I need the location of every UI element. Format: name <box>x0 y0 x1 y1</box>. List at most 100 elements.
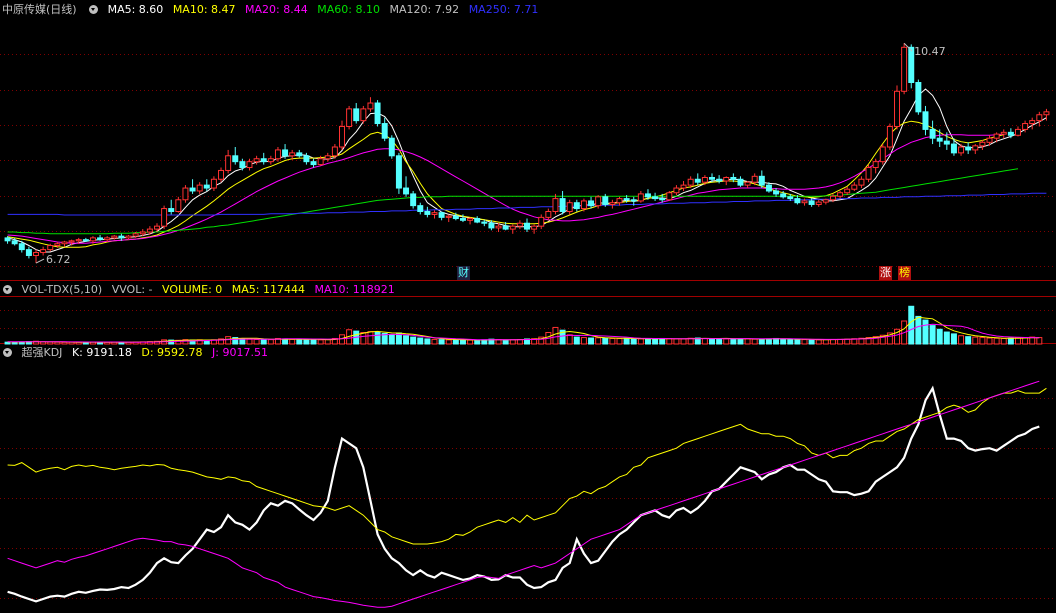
candle-down <box>18 243 25 251</box>
candle-up <box>723 176 730 182</box>
volume-bar-down <box>303 339 310 345</box>
volume-bar-up <box>324 339 331 345</box>
candle-up <box>139 231 146 235</box>
volume-bar-up <box>509 339 516 345</box>
candle-up <box>1036 114 1043 122</box>
volume-bar-up <box>339 334 345 345</box>
candle-up <box>858 178 865 186</box>
candle-down <box>787 196 794 200</box>
candle-down <box>232 155 239 163</box>
volume-bar-down <box>588 337 595 345</box>
candle-up <box>958 146 965 154</box>
ma250-label: MA250: 7.71 <box>468 3 539 16</box>
volume-bar-down <box>1007 337 1014 345</box>
volume-bar-up <box>837 338 844 345</box>
candle-up <box>61 241 68 245</box>
candle-up <box>346 108 353 127</box>
stock-chart[interactable]: 10.47 6.72 <box>0 0 1056 613</box>
candle-up <box>75 239 82 242</box>
candle-up <box>1014 128 1021 136</box>
candle-down <box>737 178 744 186</box>
candle-up <box>986 137 993 143</box>
candle-up <box>616 198 623 204</box>
volume-panel[interactable] <box>4 305 1043 345</box>
volume-bar-down <box>794 338 801 345</box>
candle-up <box>47 245 54 251</box>
volume-bar-down <box>709 338 715 345</box>
volume-bar-down <box>644 338 651 345</box>
volume-label: VOLUME: 0 <box>162 283 223 296</box>
indicator-menu-icon[interactable] <box>89 5 99 14</box>
volume-bar-up <box>267 339 274 345</box>
volume-bar-down <box>908 305 915 345</box>
candle-down <box>388 137 395 157</box>
volume-bar-up <box>986 337 993 345</box>
candle-up <box>324 155 331 160</box>
candle-up <box>89 237 96 242</box>
candle-down <box>11 240 18 245</box>
ranking-badge[interactable]: 榜 <box>898 266 911 280</box>
volume-bar-down <box>459 339 466 345</box>
kdj-title: 超强KDJ <box>21 346 63 359</box>
price-panel[interactable]: 10.47 6.72 <box>4 42 1050 266</box>
volume-bar-down <box>950 333 957 345</box>
candle-down <box>502 225 509 230</box>
candle-down <box>403 187 410 195</box>
volume-bar-up <box>1036 337 1043 345</box>
limit-up-badge[interactable]: 涨 <box>879 266 892 280</box>
candle-down <box>310 161 317 166</box>
candle-down <box>943 140 950 145</box>
volume-bar-down <box>296 339 303 345</box>
finance-badge[interactable]: 财 <box>457 266 470 280</box>
ma60-label: MA60: 8.10 <box>317 3 380 16</box>
candle-up <box>609 202 616 205</box>
volume-bar-up <box>552 326 559 345</box>
volume-bar-down <box>438 339 445 345</box>
volume-bar-down <box>730 338 737 345</box>
volume-bar-up <box>360 332 367 345</box>
volume-bar-up <box>972 336 979 345</box>
candle-down <box>4 237 11 242</box>
kdj-j-label: J: 9017.51 <box>212 346 268 359</box>
candle-down <box>773 190 780 195</box>
volume-bar-down <box>758 338 765 345</box>
candle-down <box>260 158 267 163</box>
candle-down <box>203 184 210 189</box>
volume-bar-down <box>310 339 317 345</box>
candle-up <box>865 167 872 180</box>
volume-bar-down <box>659 337 666 345</box>
candle-down <box>381 123 388 139</box>
candle-down <box>118 235 125 239</box>
volume-bar-up <box>666 338 673 345</box>
volume-bar-up <box>801 339 808 345</box>
candle-down <box>189 187 196 192</box>
candle-up <box>267 158 274 163</box>
candle-down <box>168 208 175 212</box>
price-header: 中原传媒(日线) MA5: 8.60 MA10: 8.47 MA20: 8.44… <box>0 2 544 18</box>
candle-up <box>33 252 40 256</box>
candle-down <box>1007 131 1014 136</box>
candle-down <box>716 178 723 182</box>
volume-bar-up <box>253 338 260 345</box>
candle-down <box>694 178 701 183</box>
candle-down <box>424 211 431 215</box>
candle-down <box>908 46 915 83</box>
candle-down <box>780 193 787 198</box>
candle-down <box>588 200 595 207</box>
vol-ma5-label: MA5: 117444 <box>231 283 305 296</box>
volume-bar-down <box>623 337 630 345</box>
volume-bar-down <box>452 339 459 345</box>
candle-up <box>274 149 281 160</box>
candle-down <box>929 128 936 139</box>
volume-bar-down <box>737 338 744 345</box>
candle-down <box>730 176 737 180</box>
volume-menu-icon[interactable] <box>3 285 12 294</box>
kdj-panel[interactable] <box>7 380 1047 608</box>
ma5-label: MA5: 8.60 <box>107 3 164 16</box>
candle-up <box>1022 123 1029 130</box>
candle-up <box>837 192 844 197</box>
volume-bar-up <box>289 338 296 345</box>
volume-bar-up <box>580 337 587 345</box>
kdj-menu-icon[interactable] <box>3 348 12 357</box>
volume-bar-down <box>374 331 381 345</box>
